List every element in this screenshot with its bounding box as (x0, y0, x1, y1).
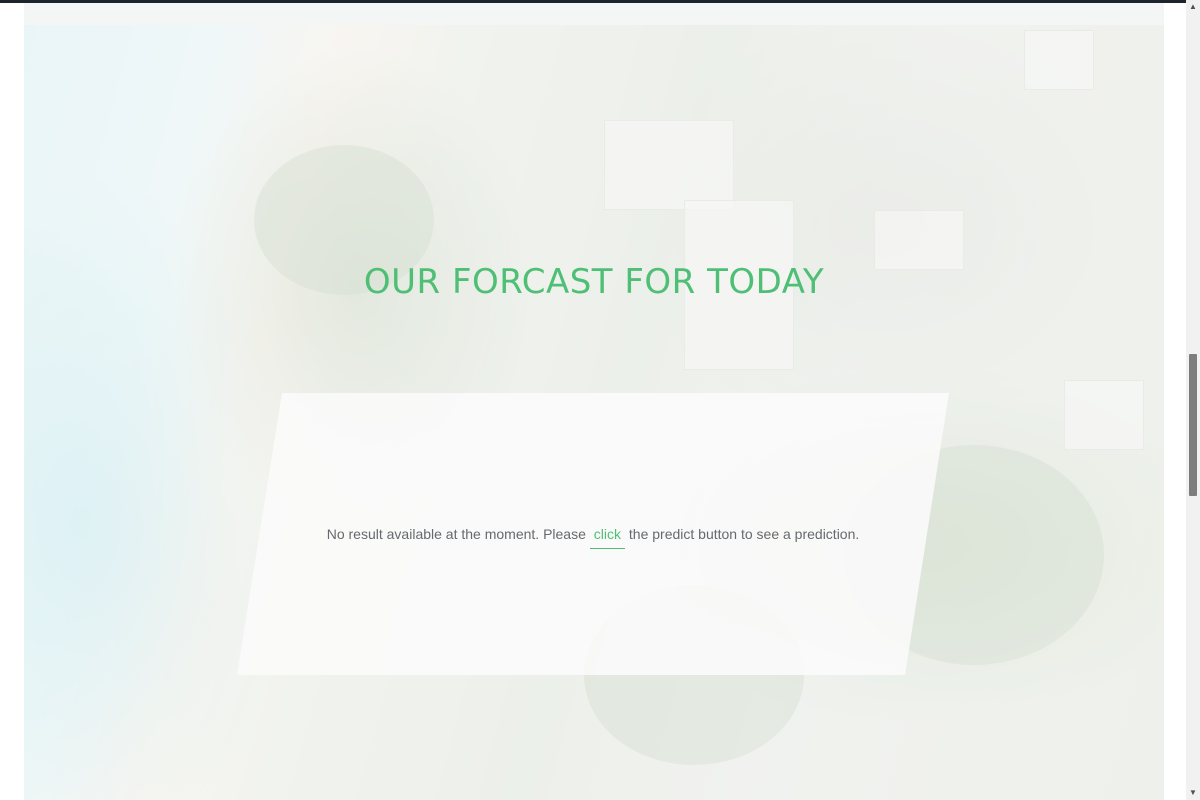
result-text-after: the predict button to see a prediction. (628, 526, 860, 542)
vertical-scrollbar[interactable]: ▲ ▼ (1186, 0, 1200, 800)
result-message: No result available at the moment. Pleas… (237, 526, 949, 549)
scroll-up-icon[interactable]: ▲ (1186, 0, 1200, 14)
click-link[interactable]: click (589, 526, 625, 549)
header-strip (24, 3, 1164, 25)
forecast-heading: OUR FORCAST FOR TODAY (363, 262, 825, 302)
scroll-down-icon[interactable]: ▼ (1186, 786, 1200, 800)
result-text-before: No result available at the moment. Pleas… (326, 526, 586, 542)
scrollbar-thumb[interactable] (1189, 354, 1197, 496)
